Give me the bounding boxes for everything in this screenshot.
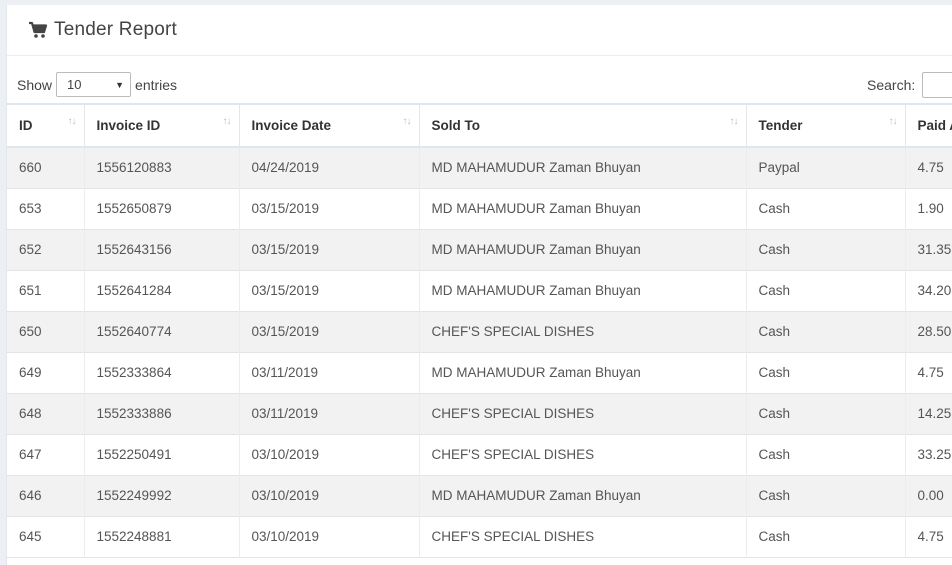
sort-icon: ↑↓ <box>402 116 412 127</box>
tender-cell: Cash <box>746 188 906 229</box>
page-title: Tender Report <box>54 19 178 40</box>
invoice-date-cell: 03/10/2019 <box>239 434 420 475</box>
sort-icon: ↑↓ <box>222 116 232 127</box>
search-label: Search: <box>867 77 916 93</box>
sold-to-cell: CHEF'S SPECIAL DISHES <box>419 311 747 352</box>
report-panel: Tender Report Show 10 ▼ entries Search: … <box>6 5 952 565</box>
id-cell: 646 <box>7 475 85 516</box>
sold-to-cell: CHEF'S SPECIAL DISHES <box>419 434 747 475</box>
table-header-row: ID ↑↓ Invoice ID ↑↓ Invoice Date ↑↓ Sold To… <box>7 103 952 148</box>
paid-amount-cell: 14.25 <box>905 393 952 434</box>
invoice-id-cell: 1552248881 <box>84 516 240 557</box>
invoice-id-cell: 1552250491 <box>84 434 240 475</box>
sort-icon: ↑↓ <box>888 116 898 127</box>
sold-to-cell: CHEF'S SPECIAL DISHES <box>419 393 747 434</box>
panel-header: Tender Report <box>7 5 952 56</box>
chevron-down-icon: ▼ <box>115 80 125 90</box>
column-header-invoice-date[interactable]: Invoice Date ↑↓ <box>239 103 420 148</box>
id-cell: 650 <box>7 311 85 352</box>
invoice-date-cell: 03/15/2019 <box>239 229 420 270</box>
sold-to-cell: MD MAHAMUDUR Zaman Bhuyan <box>419 270 747 311</box>
id-cell: 648 <box>7 393 85 434</box>
invoice-id-cell: 1552641284 <box>84 270 240 311</box>
sort-icon: ↑↓ <box>67 116 77 127</box>
search-control: Search: <box>867 72 952 98</box>
sold-to-cell: MD MAHAMUDUR Zaman Bhuyan <box>419 352 747 393</box>
invoice-id-cell: 1552333886 <box>84 393 240 434</box>
table-row: 649 1552333864 03/11/2019 MD MAHAMUDUR Zama… <box>7 352 952 393</box>
entries-select[interactable]: 10 ▼ <box>56 72 132 97</box>
id-cell: 645 <box>7 516 85 557</box>
id-cell: 653 <box>7 188 85 229</box>
tender-table: ID ↑↓ Invoice ID ↑↓ Invoice Date ↑↓ Sold To… <box>7 103 952 558</box>
sort-icon: ↑↓ <box>729 116 739 127</box>
paid-amount-cell: 34.20 <box>905 270 952 311</box>
id-cell: 652 <box>7 229 85 270</box>
search-input[interactable] <box>922 72 952 98</box>
paid-amount-cell: 0.00 <box>905 475 952 516</box>
paid-amount-cell: 31.35 <box>905 229 952 270</box>
invoice-id-cell: 1552643156 <box>84 229 240 270</box>
column-header-invoice-id[interactable]: Invoice ID ↑↓ <box>84 103 240 148</box>
sold-to-cell: MD MAHAMUDUR Zaman Bhuyan <box>419 475 747 516</box>
column-header-paid-amount[interactable]: Paid A <box>905 103 952 148</box>
invoice-id-cell: 1552640774 <box>84 311 240 352</box>
invoice-date-cell: 03/10/2019 <box>239 475 420 516</box>
table-row: 650 1552640774 03/15/2019 CHEF'S SPECIAL DI… <box>7 311 952 352</box>
invoice-id-cell: 1556120883 <box>84 147 240 188</box>
id-cell: 660 <box>7 147 85 188</box>
invoice-date-cell: 03/15/2019 <box>239 270 420 311</box>
column-header-sold-to[interactable]: Sold To ↑↓ <box>419 103 747 148</box>
invoice-date-cell: 03/10/2019 <box>239 516 420 557</box>
entries-value: 10 <box>67 77 82 92</box>
invoice-id-cell: 1552650879 <box>84 188 240 229</box>
table-row: 651 1552641284 03/15/2019 MD MAHAMUDUR Zama… <box>7 270 952 311</box>
table-row: 646 1552249992 03/10/2019 MD MAHAMUDUR Zama… <box>7 475 952 516</box>
paid-amount-cell: 28.50 <box>905 311 952 352</box>
table-body: 660 1556120883 04/24/2019 MD MAHAMUDUR Zama… <box>7 147 952 557</box>
tender-cell: Cash <box>746 475 906 516</box>
table-row: 645 1552248881 03/10/2019 CHEF'S SPECIAL DI… <box>7 516 952 557</box>
tender-cell: Cash <box>746 434 906 475</box>
sold-to-cell: MD MAHAMUDUR Zaman Bhuyan <box>419 229 747 270</box>
paid-amount-cell: 4.75 <box>905 147 952 188</box>
invoice-id-cell: 1552249992 <box>84 475 240 516</box>
entries-label: entries <box>135 76 178 93</box>
table-row: 652 1552643156 03/15/2019 MD MAHAMUDUR Zama… <box>7 229 952 270</box>
invoice-id-cell: 1552333864 <box>84 352 240 393</box>
column-header-tender[interactable]: Tender ↑↓ <box>746 103 906 148</box>
column-header-id[interactable]: ID ↑↓ <box>7 103 85 148</box>
tender-cell: Cash <box>746 352 906 393</box>
table-row: 648 1552333886 03/11/2019 CHEF'S SPECIAL DI… <box>7 393 952 434</box>
table-row: 647 1552250491 03/10/2019 CHEF'S SPECIAL DI… <box>7 434 952 475</box>
invoice-date-cell: 03/11/2019 <box>239 352 420 393</box>
length-control: Show 10 ▼ entries <box>17 72 177 97</box>
show-label: Show <box>17 76 53 93</box>
id-cell: 647 <box>7 434 85 475</box>
paid-amount-cell: 4.75 <box>905 352 952 393</box>
table-controls: Show 10 ▼ entries Search: <box>7 56 952 102</box>
table-row: 660 1556120883 04/24/2019 MD MAHAMUDUR Zama… <box>7 147 952 188</box>
invoice-date-cell: 04/24/2019 <box>239 147 420 188</box>
id-cell: 651 <box>7 270 85 311</box>
shopping-cart-icon <box>28 21 48 39</box>
tender-cell: Paypal <box>746 147 906 188</box>
paid-amount-cell: 4.75 <box>905 516 952 557</box>
tender-cell: Cash <box>746 516 906 557</box>
id-cell: 649 <box>7 352 85 393</box>
sold-to-cell: MD MAHAMUDUR Zaman Bhuyan <box>419 188 747 229</box>
invoice-date-cell: 03/15/2019 <box>239 188 420 229</box>
paid-amount-cell: 33.25 <box>905 434 952 475</box>
tender-cell: Cash <box>746 229 906 270</box>
sold-to-cell: CHEF'S SPECIAL DISHES <box>419 516 747 557</box>
sold-to-cell: MD MAHAMUDUR Zaman Bhuyan <box>419 147 747 188</box>
tender-cell: Cash <box>746 270 906 311</box>
table-row: 653 1552650879 03/15/2019 MD MAHAMUDUR Zama… <box>7 188 952 229</box>
paid-amount-cell: 1.90 <box>905 188 952 229</box>
invoice-date-cell: 03/11/2019 <box>239 393 420 434</box>
tender-cell: Cash <box>746 393 906 434</box>
invoice-date-cell: 03/15/2019 <box>239 311 420 352</box>
tender-cell: Cash <box>746 311 906 352</box>
